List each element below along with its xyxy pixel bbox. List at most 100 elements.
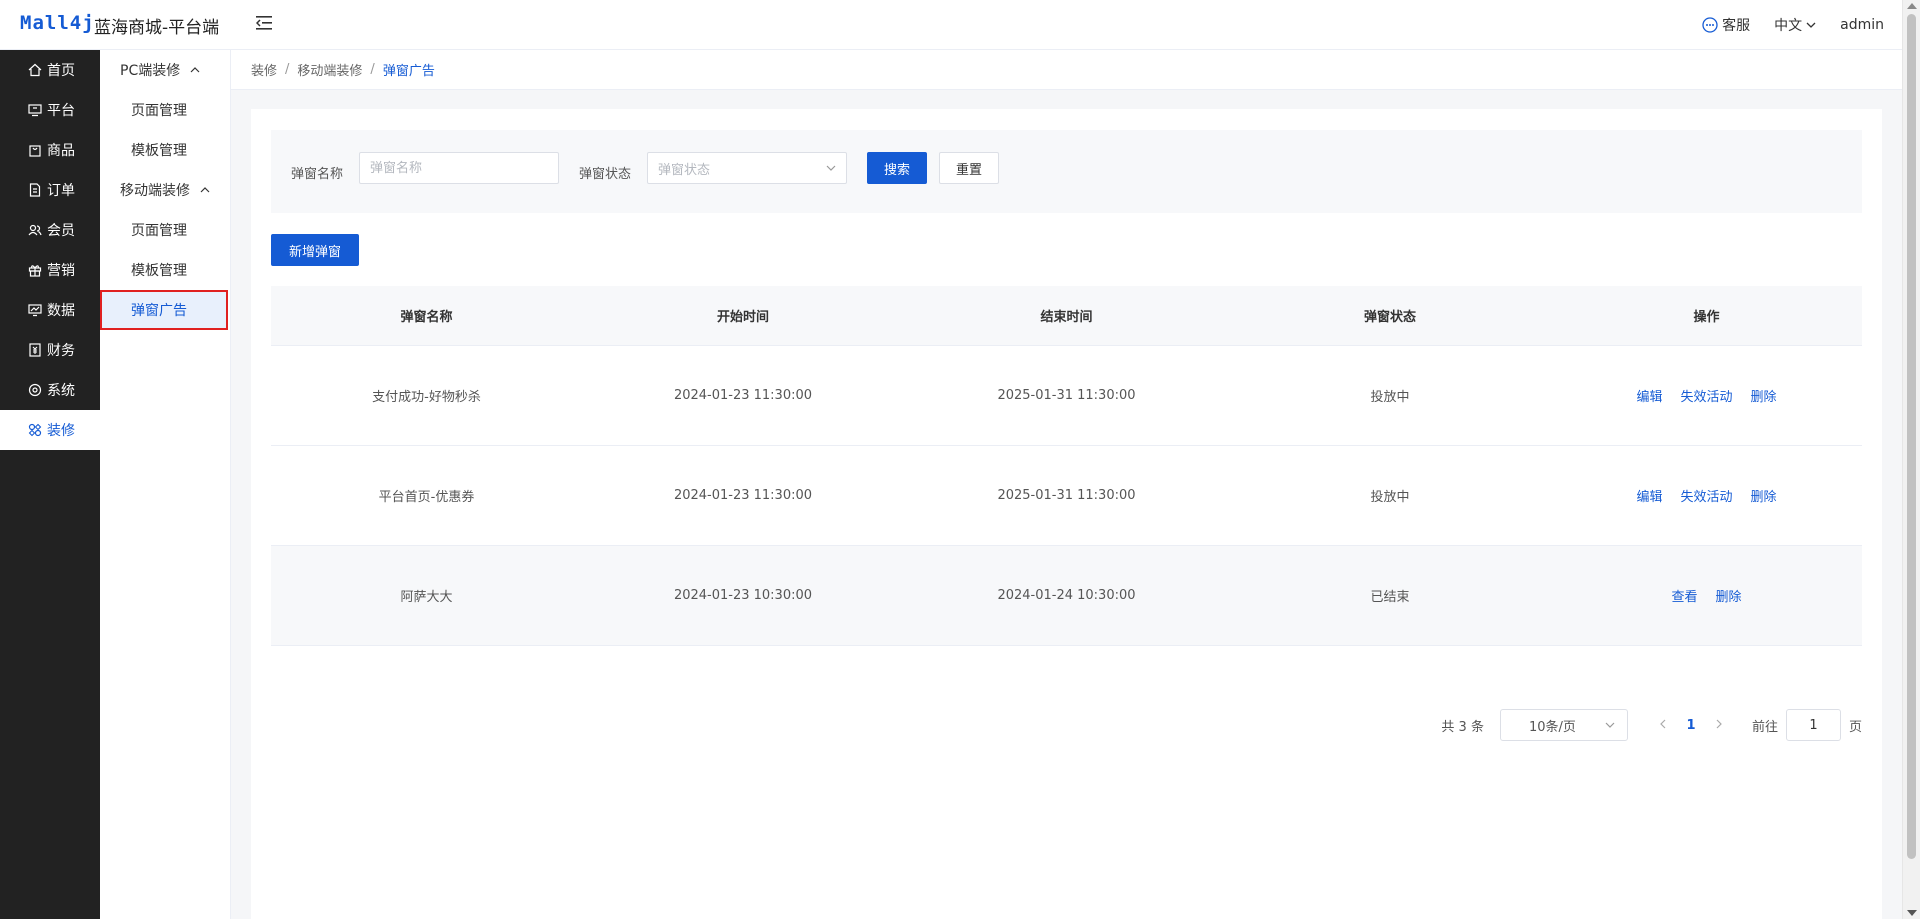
menu-item-decorate[interactable]: 装修 — [0, 410, 100, 450]
cell-status: 已结束 — [1370, 590, 1410, 605]
column-header: 开始时间 — [716, 310, 769, 325]
cell-end-time: 2025-01-31 11:30:00 — [997, 388, 1136, 403]
column-header: 操作 — [1693, 310, 1720, 325]
column-header: 结束时间 — [1040, 310, 1093, 325]
chat-icon — [1702, 17, 1718, 33]
customer-service[interactable]: 客服 — [1702, 15, 1750, 35]
deactivate-link[interactable]: 失效活动 — [1680, 486, 1732, 505]
menu-label: 商品 — [47, 143, 75, 159]
cell-name: 平台首页-优惠券 — [378, 490, 475, 505]
submenu-group-pc[interactable]: PC端装修 — [100, 50, 230, 90]
delete-link[interactable]: 删除 — [1751, 386, 1777, 405]
document-icon — [29, 183, 41, 197]
vertical-scrollbar[interactable] — [1902, 0, 1920, 919]
delete-link[interactable]: 删除 — [1716, 586, 1742, 605]
scroll-up-arrow[interactable] — [1907, 3, 1917, 9]
add-popup-button[interactable]: 新增弹窗 — [271, 234, 359, 266]
decorate-icon — [28, 423, 42, 437]
menu-label: 会员 — [47, 223, 75, 239]
cell-status: 投放中 — [1370, 390, 1410, 405]
users-icon — [28, 224, 42, 236]
page-size-select[interactable]: 10条/页 — [1499, 709, 1628, 741]
cell-end-time: 2025-01-31 11:30:00 — [997, 488, 1136, 503]
menu-label: 营销 — [47, 263, 75, 279]
submenu-group-label: PC端装修 — [120, 63, 181, 79]
gear-icon — [28, 383, 42, 397]
primary-sidebar: 首页 平台 商品 订单 会员 营销 数据 财务 系统 装修 — [0, 50, 100, 919]
submenu-item-popup-ad[interactable]: 弹窗广告 — [100, 290, 228, 330]
secondary-sidebar: PC端装修 页面管理 模板管理 移动端装修 页面管理 模板管理 弹窗广告 — [100, 50, 231, 919]
submenu-item-mobile-page[interactable]: 页面管理 — [100, 210, 230, 250]
popup-status-select[interactable]: 弹窗状态 — [647, 152, 847, 184]
app-root: Mall4j 蓝海商城-平台端 客服 中文 admin 首页 平台 商品 订单 … — [0, 0, 1920, 919]
cell-status: 投放中 — [1370, 490, 1410, 505]
menu-label: 首页 — [47, 63, 75, 79]
edit-link[interactable]: 编辑 — [1636, 386, 1662, 405]
reset-button[interactable]: 重置 — [939, 152, 999, 184]
deactivate-link[interactable]: 失效活动 — [1680, 386, 1732, 405]
collapse-menu-icon[interactable] — [256, 15, 274, 31]
menu-item-order[interactable]: 订单 — [0, 170, 100, 210]
breadcrumb-item[interactable]: 移动端装修 — [297, 60, 362, 79]
language-switch[interactable]: 中文 — [1774, 15, 1816, 35]
table-row: 平台首页-优惠券 2024-01-23 11:30:00 2025-01-31 … — [271, 446, 1862, 546]
goto-suffix: 页 — [1848, 719, 1862, 735]
menu-item-member[interactable]: 会员 — [0, 210, 100, 250]
menu-item-finance[interactable]: 财务 — [0, 330, 100, 370]
menu-item-home[interactable]: 首页 — [0, 50, 100, 90]
service-label: 客服 — [1722, 18, 1751, 34]
popup-status-label: 弹窗状态 — [579, 167, 632, 182]
language-label: 中文 — [1774, 18, 1803, 34]
submenu-item-mobile-template[interactable]: 模板管理 — [100, 250, 230, 290]
menu-item-system[interactable]: 系统 — [0, 370, 100, 410]
scroll-down-arrow[interactable] — [1907, 910, 1917, 916]
chevron-down-icon — [1605, 722, 1615, 728]
view-link[interactable]: 查看 — [1671, 586, 1697, 605]
chevron-left-icon — [1660, 719, 1666, 729]
column-header: 弹窗状态 — [1363, 310, 1416, 325]
finance-icon — [29, 343, 41, 357]
header-right: 客服 中文 admin — [1702, 15, 1884, 35]
table-header: 弹窗名称 开始时间 结束时间 弹窗状态 操作 — [271, 286, 1862, 346]
popup-name-input[interactable] — [359, 152, 559, 184]
menu-label: 装修 — [47, 423, 75, 439]
prev-page-button[interactable] — [1652, 717, 1674, 733]
menu-item-product[interactable]: 商品 — [0, 130, 100, 170]
scrollbar-thumb[interactable] — [1907, 14, 1916, 859]
popup-name-label: 弹窗名称 — [291, 167, 344, 182]
submenu-group-label: 移动端装修 — [120, 183, 190, 199]
page-size-value: 10条/页 — [1528, 719, 1576, 735]
menu-label: 订单 — [47, 183, 75, 199]
search-bar: 弹窗名称 弹窗状态 弹窗状态 搜索 重置 — [271, 130, 1862, 213]
cell-start-time: 2024-01-23 11:30:00 — [673, 488, 813, 503]
edit-link[interactable]: 编辑 — [1636, 486, 1662, 505]
menu-label: 财务 — [47, 343, 75, 359]
delete-link[interactable]: 删除 — [1751, 486, 1777, 505]
menu-label: 平台 — [47, 103, 75, 119]
breadcrumb-item[interactable]: 装修 — [251, 60, 277, 79]
submenu-group-mobile[interactable]: 移动端装修 — [100, 170, 230, 210]
search-button[interactable]: 搜索 — [867, 152, 927, 184]
goto-page-input[interactable] — [1785, 709, 1841, 741]
menu-item-marketing[interactable]: 营销 — [0, 250, 100, 290]
status-placeholder: 弹窗状态 — [658, 162, 711, 178]
chevron-down-icon — [1806, 22, 1816, 28]
goto-label: 前往 — [1751, 719, 1778, 735]
menu-item-data[interactable]: 数据 — [0, 290, 100, 330]
bag-icon — [29, 145, 41, 157]
cell-name: 阿萨大大 — [400, 590, 453, 605]
submenu-item-pc-template[interactable]: 模板管理 — [100, 130, 230, 170]
menu-item-platform[interactable]: 平台 — [0, 90, 100, 130]
cell-start-time: 2024-01-23 11:30:00 — [673, 388, 813, 403]
next-page-button[interactable] — [1708, 717, 1730, 733]
breadcrumb: 装修 / 移动端装修 / 弹窗广告 — [231, 50, 1902, 90]
user-menu[interactable]: admin — [1840, 17, 1884, 33]
breadcrumb-current: 弹窗广告 — [382, 64, 435, 79]
submenu-item-pc-page[interactable]: 页面管理 — [100, 90, 230, 130]
cell-start-time: 2024-01-23 10:30:00 — [673, 588, 813, 603]
chevron-right-icon — [1716, 719, 1722, 729]
cell-end-time: 2024-01-24 10:30:00 — [997, 588, 1136, 603]
chart-icon — [28, 304, 42, 317]
page-number-current[interactable]: 1 — [1674, 718, 1708, 733]
column-header: 弹窗名称 — [400, 310, 453, 325]
